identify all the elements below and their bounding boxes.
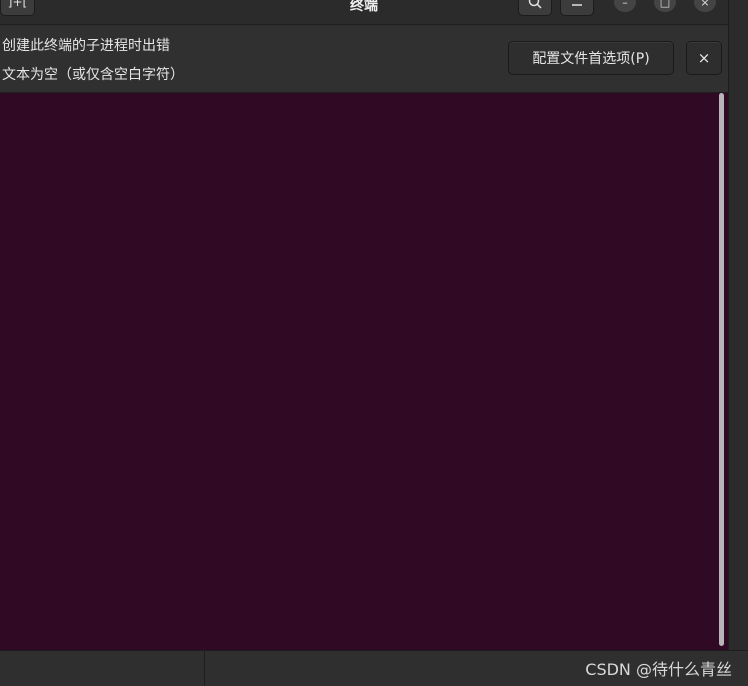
- error-detail: 文本为空（或仅含空白字符）: [2, 67, 184, 83]
- close-icon: ×: [697, 49, 711, 67]
- search-icon: [528, 0, 542, 9]
- terminal-window: ]+[ 终端 – □ × 创建此终端的子进程时出错 文本为空（或仅含空白字符） …: [0, 0, 748, 686]
- close-icon: ×: [700, 0, 710, 9]
- terminal-area[interactable]: [0, 93, 728, 650]
- error-message: 创建此终端的子进程时出错: [2, 38, 170, 54]
- terminal-scrollbar[interactable]: [719, 93, 724, 646]
- hamburger-menu-icon: [572, 4, 582, 6]
- error-infobar: 创建此终端的子进程时出错 文本为空（或仅含空白字符） 配置文件首选项(P) ×: [0, 25, 728, 93]
- close-infobar-button[interactable]: ×: [686, 41, 722, 75]
- window-edge: [728, 0, 748, 651]
- menu-button[interactable]: [560, 0, 594, 16]
- search-button[interactable]: [518, 0, 552, 16]
- divider: [204, 651, 205, 686]
- maximize-icon: □: [659, 0, 671, 9]
- watermark-text: CSDN @待什么青丝: [585, 660, 732, 679]
- minimize-icon: –: [622, 0, 628, 9]
- profile-preferences-button[interactable]: 配置文件首选项(P): [508, 41, 674, 75]
- header-bar: ]+[ 终端 – □ ×: [0, 0, 728, 25]
